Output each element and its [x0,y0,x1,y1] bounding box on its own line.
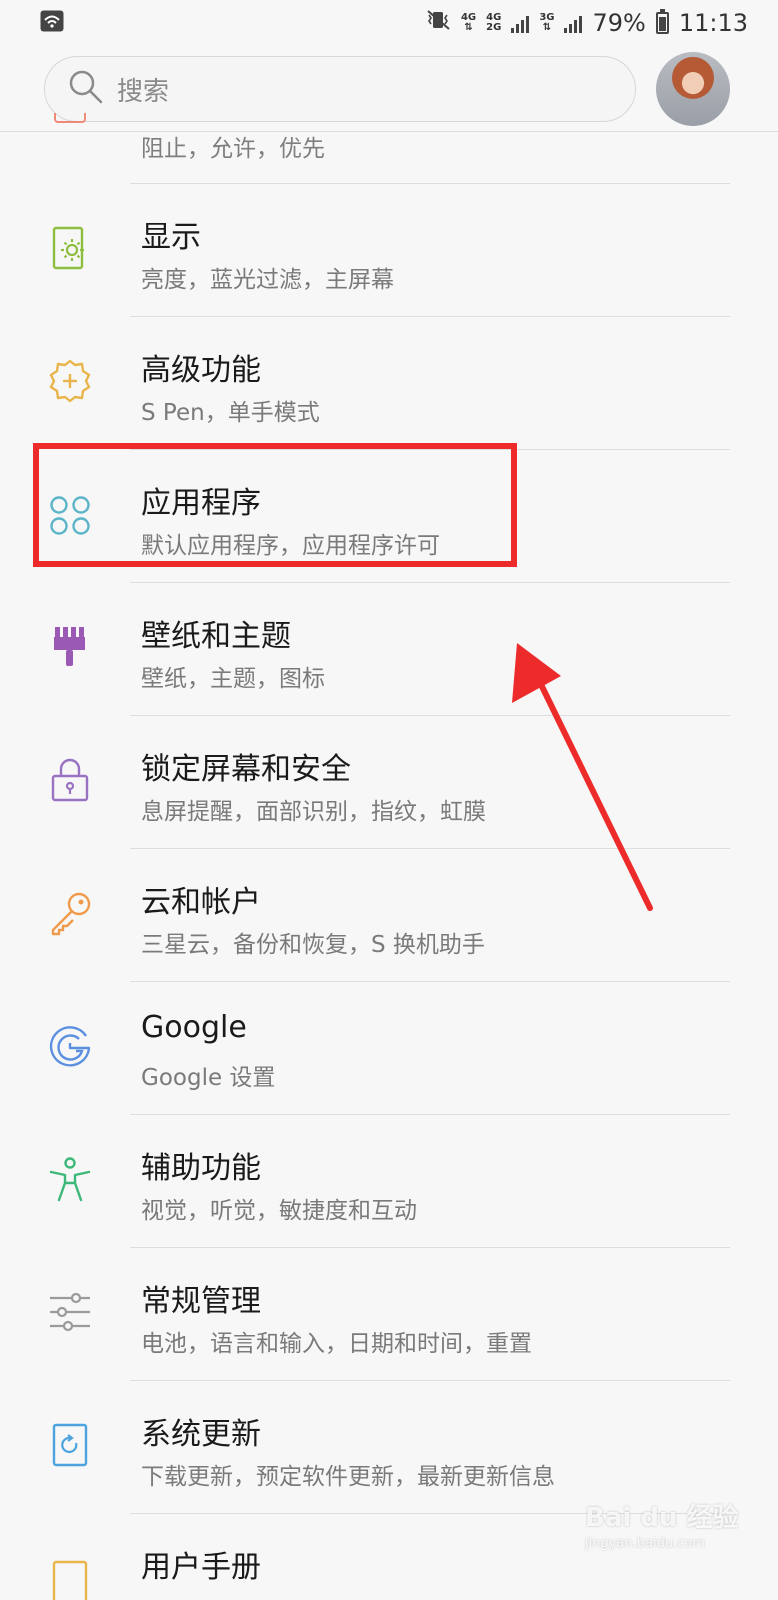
settings-item-lock-screen-security[interactable]: 锁定屏幕和安全 息屏提醒，面部识别，指纹，虹膜 [0,716,778,848]
settings-item-subtitle: 阻止，允许，优先 [141,136,325,162]
settings-item-wallpaper-themes[interactable]: 壁纸和主题 壁纸，主题，图标 [0,583,778,715]
network-3g-indicator: 3G ⇅ [539,12,555,33]
network-4g-2g-indicator: 4G 2G [486,12,502,33]
network-4g-indicator: 4G ⇅ [460,12,477,33]
settings-item-subtitle: 亮度，蓝光过滤，主屏幕 [141,267,394,293]
signal-strength-icon-2 [564,13,583,33]
watermark: Bai du 经验 jingyan.baidu.com [585,1497,765,1559]
settings-item-cloud-accounts[interactable]: 云和帐户 三星云，备份和恢复，S 换机助手 [0,849,778,981]
settings-item-subtitle: 视觉，听觉，敏捷度和互动 [141,1198,417,1224]
settings-item-subtitle: 三星云，备份和恢复，S 换机助手 [141,932,485,958]
status-bar: 4G ⇅ 4G 2G 3G ⇅ 79% 11:13 [0,0,778,46]
settings-item-general-management[interactable]: 常规管理 电池，语言和输入，日期和时间，重置 [0,1248,778,1380]
user-manual-icon [46,1554,94,1600]
settings-item-title: 用户手册 [141,1550,261,1585]
watermark-url: jingyan.baidu.com [585,1536,705,1551]
key-icon [46,889,94,937]
settings-item-subtitle: Google 设置 [141,1065,276,1091]
settings-item-subtitle: 壁纸，主题，图标 [141,666,325,692]
avatar[interactable] [656,52,730,126]
wifi-icon [40,10,64,36]
lock-icon [46,756,94,804]
settings-item-title: 辅助功能 [141,1151,261,1186]
settings-item-subtitle: 下载更新，预定软件更新，最新更新信息 [141,1464,555,1490]
settings-item-advanced-features[interactable]: 高级功能 S Pen，单手模式 [0,317,778,449]
search-input[interactable]: 搜索 [44,56,636,122]
google-icon [46,1022,94,1070]
settings-item-title: 显示 [141,220,201,255]
settings-item-display[interactable]: 显示 亮度，蓝光过滤，主屏幕 [0,184,778,316]
settings-item-google[interactable]: Google Google 设置 [0,982,778,1114]
settings-item-title: 锁定屏幕和安全 [141,752,351,787]
system-update-icon [46,1421,94,1469]
sliders-icon [46,1288,94,1336]
settings-item-title: 高级功能 [141,353,261,388]
settings-item-subtitle: 息屏提醒，面部识别，指纹，虹膜 [141,799,486,825]
notifications-icon [54,113,86,123]
settings-item-title: 壁纸和主题 [141,619,291,654]
settings-item-subtitle: S Pen，单手模式 [141,400,320,426]
settings-item-title: 系统更新 [141,1417,261,1452]
settings-item-subtitle: 电池，语言和输入，日期和时间，重置 [141,1331,532,1357]
settings-item-accessibility[interactable]: 辅助功能 视觉，听觉，敏捷度和互动 [0,1115,778,1247]
settings-item-notifications-partial[interactable]: 阻止，允许，优先 [0,113,778,184]
battery-percent: 79% [592,9,646,37]
battery-icon [655,9,669,34]
advanced-features-icon [46,357,94,405]
search-placeholder: 搜索 [117,76,170,107]
settings-item-title: 常规管理 [141,1284,261,1319]
settings-item-system-update[interactable]: 系统更新 下载更新，预定软件更新，最新更新信息 [0,1381,778,1513]
settings-item-title: Google [141,1010,247,1045]
signal-strength-icon [511,13,530,33]
accessibility-icon [46,1155,94,1203]
display-icon [46,224,94,272]
settings-item-title: 云和帐户 [141,885,261,920]
vibrate-mute-icon [425,9,451,37]
watermark-logo-text: Bai du 经验 [585,1503,739,1533]
clock: 11:13 [678,9,748,37]
highlight-box [33,443,517,567]
search-icon [67,68,105,110]
wallpaper-brush-icon [46,623,94,671]
settings-screen: 4G ⇅ 4G 2G 3G ⇅ 79% 11:13 搜索 阻止，允许，优先 显示… [0,0,778,1600]
